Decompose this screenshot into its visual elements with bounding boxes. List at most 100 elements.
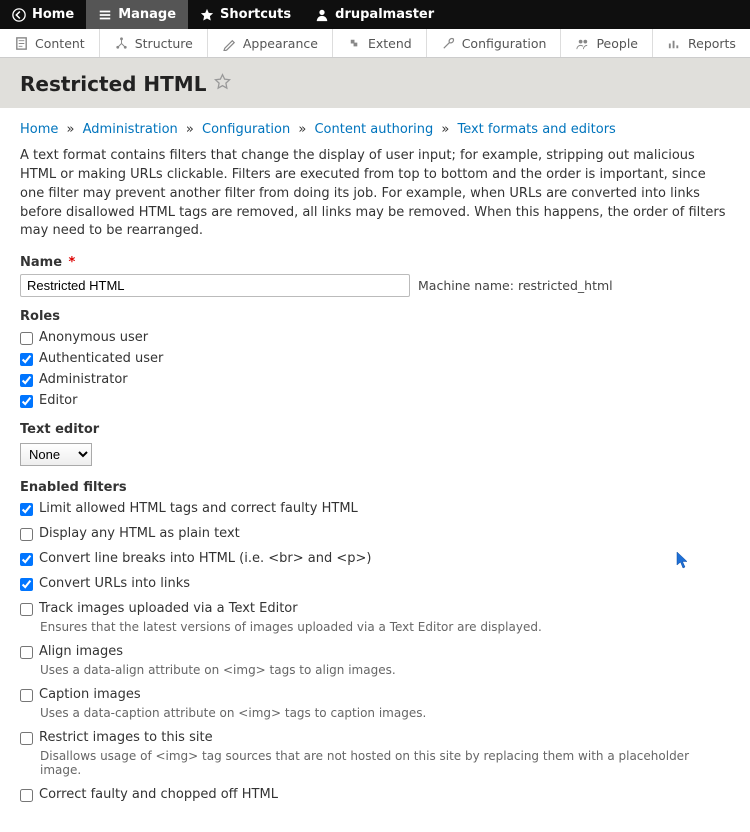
filter-label[interactable]: Restrict images to this site xyxy=(39,730,213,745)
people-icon xyxy=(575,36,590,51)
filter-checkbox-row: Display any HTML as plain text xyxy=(20,526,730,541)
hamburger-icon xyxy=(98,8,112,22)
role-label[interactable]: Administrator xyxy=(39,372,128,387)
breadcrumb-authoring[interactable]: Content authoring xyxy=(314,122,433,137)
breadcrumb-formats[interactable]: Text formats and editors xyxy=(457,122,615,137)
star-icon xyxy=(200,8,214,22)
filter-label[interactable]: Convert line breaks into HTML (i.e. <br>… xyxy=(39,551,371,566)
filter-label[interactable]: Align images xyxy=(39,644,123,659)
admin-menu-label: Configuration xyxy=(462,36,547,51)
name-label-text: Name xyxy=(20,255,62,270)
filter-checkbox[interactable] xyxy=(20,553,33,566)
filter-checkbox[interactable] xyxy=(20,789,33,802)
role-label[interactable]: Anonymous user xyxy=(39,330,148,345)
machine-name-value: restricted_html xyxy=(518,278,613,293)
admin-menu-people[interactable]: People xyxy=(561,29,653,57)
filter-row: Convert line breaks into HTML (i.e. <br>… xyxy=(20,551,730,566)
breadcrumb-home[interactable]: Home xyxy=(20,122,58,137)
filter-checkbox[interactable] xyxy=(20,732,33,745)
breadcrumb-separator: » xyxy=(67,122,75,137)
content-region: Home » Administration » Configuration » … xyxy=(0,108,750,832)
admin-menu-configuration[interactable]: Configuration xyxy=(427,29,562,57)
manage-button[interactable]: Manage xyxy=(86,0,188,29)
role-row: Editor xyxy=(20,393,730,408)
manage-label: Manage xyxy=(118,7,176,22)
role-row: Anonymous user xyxy=(20,330,730,345)
role-label[interactable]: Editor xyxy=(39,393,77,408)
structure-icon xyxy=(114,36,129,51)
filter-checkbox-row: Limit allowed HTML tags and correct faul… xyxy=(20,501,730,516)
required-asterisk: * xyxy=(69,255,76,270)
admin-menu-content[interactable]: Content xyxy=(0,29,100,57)
filter-checkbox-row: Track images uploaded via a Text Editor xyxy=(20,601,730,616)
role-checkbox[interactable] xyxy=(20,332,33,345)
filter-label[interactable]: Limit allowed HTML tags and correct faul… xyxy=(39,501,358,516)
admin-menu-label: Reports xyxy=(688,36,736,51)
appearance-icon xyxy=(222,36,237,51)
user-icon xyxy=(315,8,329,22)
admin-menu-structure[interactable]: Structure xyxy=(100,29,208,57)
admin-menu-reports[interactable]: Reports xyxy=(653,29,750,57)
role-row: Administrator xyxy=(20,372,730,387)
filter-label[interactable]: Convert URLs into links xyxy=(39,576,190,591)
breadcrumb-separator: » xyxy=(186,122,194,137)
filter-row: Display any HTML as plain text xyxy=(20,526,730,541)
user-label: drupalmaster xyxy=(335,7,434,22)
filter-row: Limit allowed HTML tags and correct faul… xyxy=(20,501,730,516)
name-label: Name * xyxy=(20,255,730,270)
back-to-site-button[interactable]: Home xyxy=(0,0,86,29)
filter-checkbox[interactable] xyxy=(20,578,33,591)
breadcrumb: Home » Administration » Configuration » … xyxy=(20,122,730,137)
filter-checkbox-row: Convert line breaks into HTML (i.e. <br>… xyxy=(20,551,730,566)
filter-checkbox[interactable] xyxy=(20,603,33,616)
role-checkbox[interactable] xyxy=(20,353,33,366)
admin-menu-label: People xyxy=(596,36,638,51)
filter-checkbox-row: Caption images xyxy=(20,687,730,702)
filter-description: Uses a data-caption attribute on <img> t… xyxy=(40,706,730,720)
back-arrow-icon xyxy=(12,8,26,22)
filter-checkbox[interactable] xyxy=(20,503,33,516)
shortcuts-button[interactable]: Shortcuts xyxy=(188,0,303,29)
filter-description: Uses a data-align attribute on <img> tag… xyxy=(40,663,730,677)
roles-heading: Roles xyxy=(20,309,730,324)
filter-row: Track images uploaded via a Text Editor E… xyxy=(20,601,730,634)
role-checkbox[interactable] xyxy=(20,374,33,387)
admin-menu-appearance[interactable]: Appearance xyxy=(208,29,333,57)
filter-row: Restrict images to this site Disallows us… xyxy=(20,730,730,777)
filter-checkbox[interactable] xyxy=(20,528,33,541)
role-checkbox[interactable] xyxy=(20,395,33,408)
admin-menu-label: Appearance xyxy=(243,36,318,51)
page-title: Restricted HTML xyxy=(20,72,206,96)
breadcrumb-admin[interactable]: Administration xyxy=(83,122,178,137)
breadcrumb-config[interactable]: Configuration xyxy=(202,122,290,137)
wrench-icon xyxy=(441,36,456,51)
format-description: A text format contains filters that chan… xyxy=(20,147,730,241)
back-to-site-label: Home xyxy=(32,7,74,22)
text-editor-select[interactable]: None xyxy=(20,443,92,466)
filter-label[interactable]: Correct faulty and chopped off HTML xyxy=(39,787,278,802)
role-row: Authenticated user xyxy=(20,351,730,366)
text-editor-heading: Text editor xyxy=(20,422,730,437)
filter-label[interactable]: Caption images xyxy=(39,687,141,702)
filter-description: Ensures that the latest versions of imag… xyxy=(40,620,730,634)
admin-menu-extend[interactable]: Extend xyxy=(333,29,427,57)
filter-label[interactable]: Track images uploaded via a Text Editor xyxy=(39,601,298,616)
role-label[interactable]: Authenticated user xyxy=(39,351,163,366)
breadcrumb-separator: » xyxy=(441,122,449,137)
extend-icon xyxy=(347,36,362,51)
filter-description: Disallows usage of <img> tag sources tha… xyxy=(40,749,730,777)
name-input[interactable] xyxy=(20,274,410,297)
user-menu-button[interactable]: drupalmaster xyxy=(303,0,446,29)
favorite-star-icon[interactable] xyxy=(214,73,231,95)
admin-menu: Content Structure Appearance Extend Conf… xyxy=(0,29,750,58)
filter-checkbox-row: Correct faulty and chopped off HTML xyxy=(20,787,730,802)
filter-row: Convert URLs into links xyxy=(20,576,730,591)
filter-checkbox[interactable] xyxy=(20,689,33,702)
admin-menu-label: Content xyxy=(35,36,85,51)
filter-label[interactable]: Display any HTML as plain text xyxy=(39,526,240,541)
top-toolbar: Home Manage Shortcuts drupalmaster xyxy=(0,0,750,29)
admin-menu-label: Structure xyxy=(135,36,193,51)
filter-checkbox-row: Restrict images to this site xyxy=(20,730,730,745)
title-bar: Restricted HTML xyxy=(0,58,750,108)
filter-checkbox[interactable] xyxy=(20,646,33,659)
